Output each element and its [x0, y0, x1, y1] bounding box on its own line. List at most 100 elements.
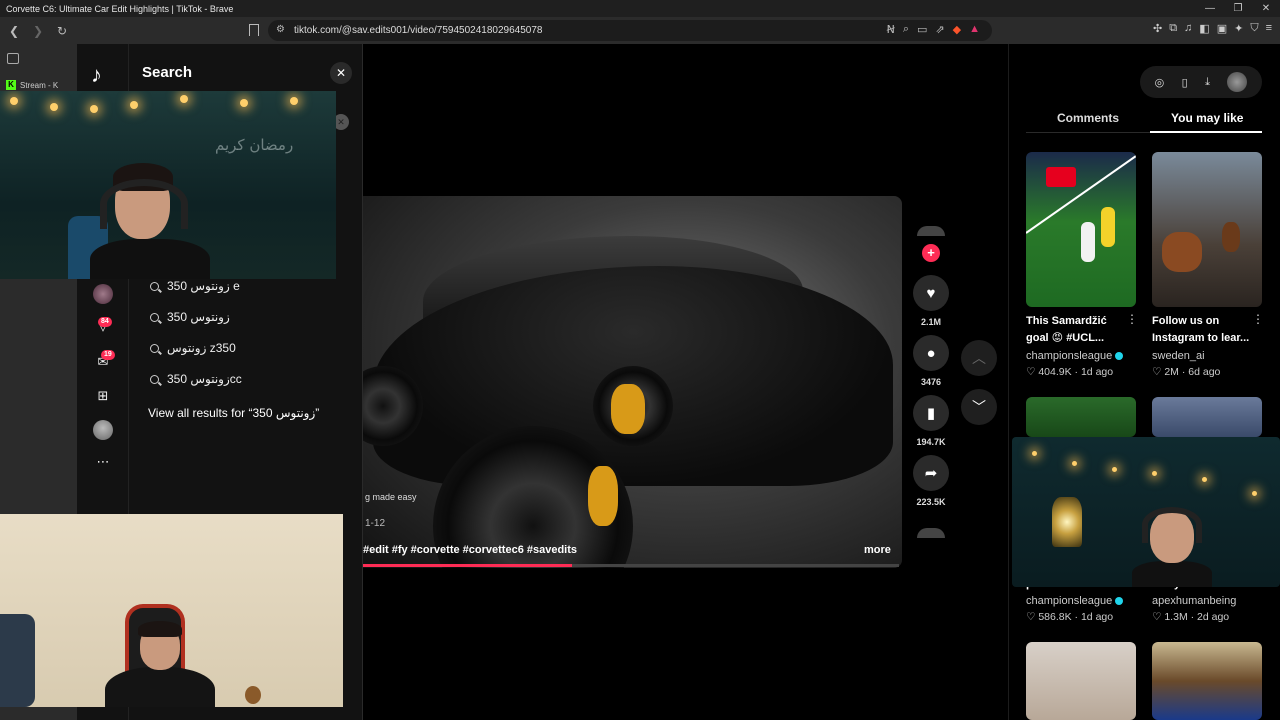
save-action[interactable]: ▮ 194.7K	[913, 395, 949, 447]
previous-video-button[interactable]: ︿	[961, 340, 997, 376]
recommendation-author[interactable]: championsleague	[1026, 350, 1124, 362]
more-icon[interactable]: ⋯	[93, 452, 113, 472]
cast-icon[interactable]: ▭	[917, 23, 927, 36]
recommendation-thumbnail[interactable]	[1026, 152, 1136, 307]
recommendation-title[interactable]: Follow us on Instagram to lear...	[1152, 313, 1252, 347]
recommendation-meta: ♡ 404.9K · 1d ago	[1026, 366, 1114, 378]
video-progress-fill	[363, 564, 573, 567]
recommendation-meta: ♡ 2M · 6d ago	[1152, 366, 1221, 378]
verified-icon	[1115, 597, 1124, 606]
video-player[interactable]	[363, 196, 902, 568]
share-count: 223.5K	[916, 497, 946, 507]
recommendation-author[interactable]: sweden_ai	[1152, 350, 1205, 362]
restore-button[interactable]: ❐	[1224, 0, 1252, 17]
url-text[interactable]: tiktok.com/@sav.edits001/video/759450241…	[294, 25, 542, 36]
coins-icon[interactable]: ◎	[1155, 76, 1165, 89]
upload-icon[interactable]: ⊞	[93, 386, 113, 406]
video-progress-bar[interactable]	[363, 564, 899, 567]
recommendation-author[interactable]: apexhumanbeing	[1152, 595, 1236, 607]
search-suggestion[interactable]: زونتوس 350 e	[150, 279, 240, 293]
tab-comments[interactable]: Comments	[1057, 111, 1119, 125]
search-suggestion[interactable]: زونتوس 350	[150, 310, 230, 324]
webcam-overlay-top: رمضان كريم	[0, 91, 336, 279]
more-button[interactable]: more	[864, 544, 891, 556]
string-lights	[1032, 447, 1272, 496]
recommendation-thumbnail[interactable]	[1026, 642, 1136, 720]
view-all-results-link[interactable]: View all results for “زونتوس 350”	[148, 406, 319, 420]
forward-button[interactable]: ❯	[28, 21, 48, 41]
vpn-icon[interactable]: ⛉	[1250, 22, 1258, 35]
streamer	[90, 161, 210, 279]
bookmark-icon[interactable]: ▮	[913, 395, 949, 431]
screenshot-icon[interactable]: ⧉	[1169, 22, 1177, 35]
extensions-toolbar: ✣ ⧉ ♫ ◧ ▣ ✦ ⛉ ≡	[1153, 22, 1272, 35]
download-icon[interactable]: ⤓	[1205, 76, 1210, 89]
minimize-button[interactable]: —	[1196, 0, 1224, 17]
recommendation-thumbnail[interactable]	[1152, 642, 1262, 720]
brake-caliper	[588, 466, 618, 526]
site-settings-icon[interactable]: ⚙	[276, 24, 285, 35]
brave-rewards-icon[interactable]: ▲	[969, 23, 980, 36]
follow-button[interactable]: +	[922, 244, 940, 262]
messages-badge: 19	[101, 350, 115, 360]
webcam-overlay-right	[1012, 437, 1280, 587]
sidebar-panel-icon[interactable]	[7, 53, 19, 64]
recommendation-author[interactable]: championsleague	[1026, 595, 1124, 607]
recommendation-title[interactable]: This Samardžić goal 😡 #UCL...	[1026, 313, 1126, 347]
search-icon	[150, 281, 159, 291]
share-icon[interactable]: ⇗	[935, 23, 944, 36]
comment-icon[interactable]: ●	[913, 335, 949, 371]
save-count: 194.7K	[916, 437, 946, 447]
brave-shields-icon[interactable]: ◆	[953, 23, 961, 36]
device-icon[interactable]: ▯	[1182, 76, 1188, 89]
suggestion-text: زونتوس 350	[167, 310, 230, 324]
address-bar[interactable]: ⚙ tiktok.com/@sav.edits001/video/7594502…	[268, 20, 992, 41]
bookmark-icon[interactable]	[249, 24, 259, 36]
search-suggestion[interactable]: زونتوس 350cc	[150, 372, 242, 386]
like-count: 2.1M	[920, 317, 941, 327]
decoration	[245, 686, 261, 704]
share-icon[interactable]: ➦	[913, 455, 949, 491]
vertical-tab-stream[interactable]: K Stream - K	[6, 80, 58, 90]
active-tab-indicator	[1150, 131, 1262, 133]
heart-icon[interactable]: ♥	[913, 275, 949, 311]
user-profile-icon[interactable]	[93, 420, 113, 440]
share-action[interactable]: ➦ 223.5K	[913, 455, 949, 507]
sidebar-toggle-icon[interactable]: ◧	[1199, 22, 1209, 35]
music-disc[interactable]	[917, 528, 945, 538]
video-hashtags[interactable]: #edit #fy #corvette #corvettec6 #savedit…	[363, 544, 577, 556]
recommendation-meta: ♡ 1.3M · 2d ago	[1152, 611, 1230, 623]
author-avatar[interactable]	[917, 226, 945, 236]
verified-icon	[1115, 352, 1124, 361]
translate-icon[interactable]: Ꞥ	[887, 23, 895, 36]
music-icon[interactable]: ♫	[1184, 22, 1192, 35]
top-actions: ◎ ▯ ⤓	[1140, 66, 1262, 98]
close-search-button[interactable]: ✕	[330, 62, 352, 84]
comment-action[interactable]: ● 3476	[913, 335, 949, 387]
gaming-chair	[0, 614, 35, 707]
user-avatar[interactable]	[1227, 72, 1248, 92]
suggestion-text: زونتوس 350cc	[167, 372, 242, 386]
profile-avatar-rail[interactable]	[93, 284, 113, 304]
brake-caliper	[611, 384, 645, 434]
extensions-icon[interactable]: ✣	[1153, 22, 1162, 35]
leo-icon[interactable]: ✦	[1234, 22, 1243, 35]
tab-you-may-like[interactable]: You may like	[1171, 111, 1243, 125]
zoom-icon[interactable]: ⌕	[903, 23, 909, 36]
back-button[interactable]: ❮	[4, 21, 24, 41]
next-video-button[interactable]: ﹀	[961, 389, 997, 425]
comment-count: 3476	[920, 377, 942, 387]
close-window-button[interactable]: ✕	[1252, 0, 1280, 17]
reload-button[interactable]: ↻	[52, 21, 72, 41]
more-options-icon[interactable]: ⋮	[1252, 312, 1264, 326]
tiktok-logo-icon[interactable]: ♪	[91, 62, 102, 88]
more-options-icon[interactable]: ⋮	[1126, 312, 1138, 326]
search-suggestion[interactable]: زونتوس z350	[150, 341, 236, 355]
like-action[interactable]: ♥ 2.1M	[913, 275, 949, 327]
menu-icon[interactable]: ≡	[1266, 22, 1272, 35]
recommendation-thumbnail[interactable]	[1026, 397, 1136, 437]
wallet-icon[interactable]: ▣	[1217, 22, 1227, 35]
recommendation-thumbnail[interactable]	[1152, 152, 1262, 307]
search-icon	[150, 343, 159, 353]
recommendation-thumbnail[interactable]	[1152, 397, 1262, 437]
